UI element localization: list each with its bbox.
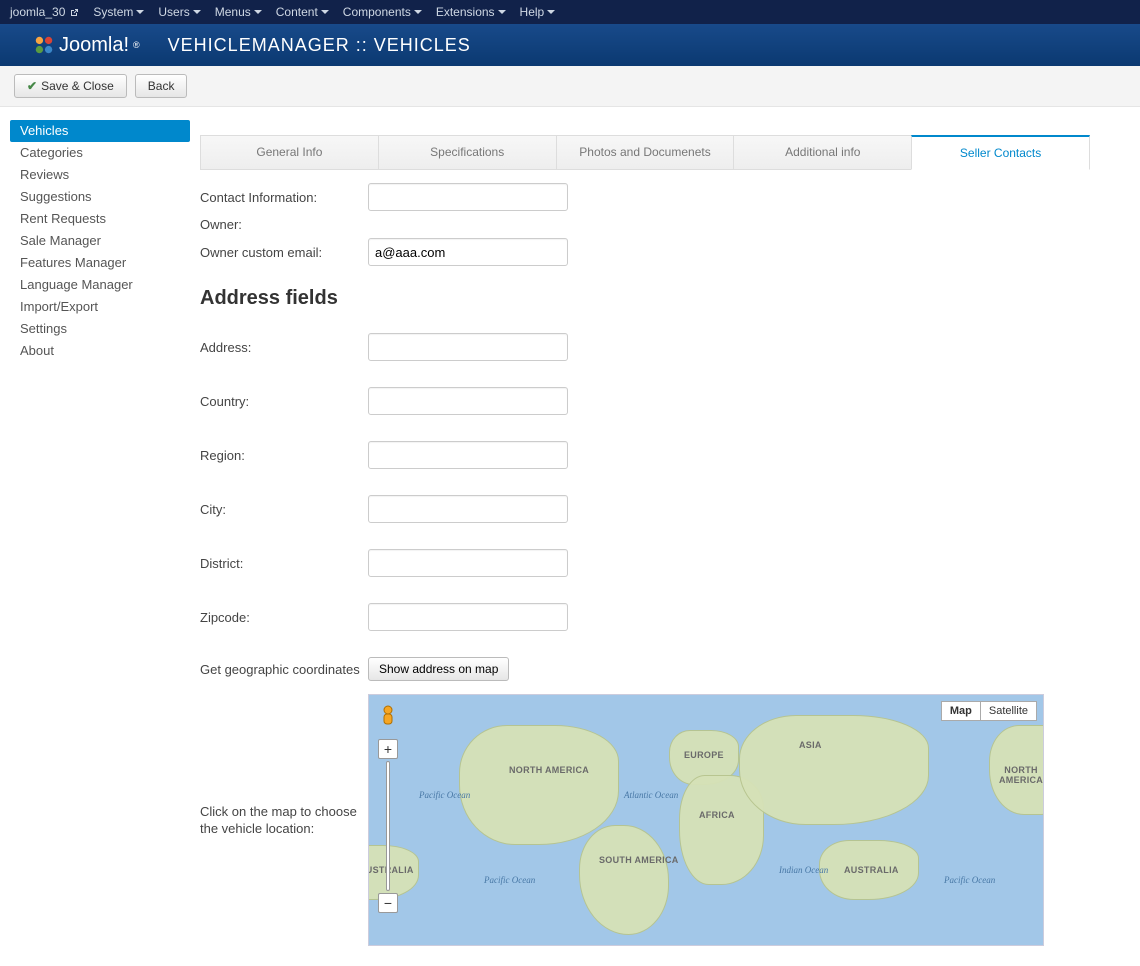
external-link-icon bbox=[69, 0, 79, 24]
back-button[interactable]: Back bbox=[135, 74, 188, 98]
brand-text: Joomla! bbox=[59, 34, 129, 57]
sidebar-item-vehicles[interactable]: Vehicles bbox=[10, 120, 190, 142]
tab-panel-seller-contacts: Contact Information: Owner: Owner custom… bbox=[200, 180, 1090, 946]
sidebar-item-reviews[interactable]: Reviews bbox=[10, 164, 190, 186]
owner-email-input[interactable] bbox=[368, 238, 568, 266]
zoom-in-button[interactable]: + bbox=[378, 739, 398, 759]
district-label: District: bbox=[200, 556, 368, 571]
map-click-label: Click on the map to choose the vehicle l… bbox=[200, 803, 368, 837]
sidebar-item-rent-requests[interactable]: Rent Requests bbox=[10, 208, 190, 230]
address-section-heading: Address fields bbox=[200, 287, 1090, 310]
caret-icon bbox=[547, 10, 555, 14]
check-icon: ✔ bbox=[27, 79, 37, 93]
map-type-control: Map Satellite bbox=[941, 701, 1037, 721]
caret-icon bbox=[321, 10, 329, 14]
address-label: Address: bbox=[200, 340, 368, 355]
tab-additional-info[interactable]: Additional info bbox=[733, 135, 912, 170]
caret-icon bbox=[414, 10, 422, 14]
menu-system[interactable]: System bbox=[93, 0, 144, 24]
tab-general-info[interactable]: General Info bbox=[200, 135, 379, 170]
tab-bar: General InfoSpecificationsPhotos and Doc… bbox=[200, 135, 1090, 170]
joomla-icon bbox=[33, 34, 55, 56]
caret-icon bbox=[498, 10, 506, 14]
owner-email-label: Owner custom email: bbox=[200, 245, 368, 260]
top-menu: System Users Menus Content Components Ex… bbox=[93, 0, 555, 24]
map-type-satellite[interactable]: Satellite bbox=[980, 701, 1037, 721]
tab-seller-contacts[interactable]: Seller Contacts bbox=[911, 135, 1090, 170]
sidebar: VehiclesCategoriesReviewsSuggestionsRent… bbox=[0, 107, 190, 362]
region-label: Region: bbox=[200, 448, 368, 463]
tab-photos-and-documenets[interactable]: Photos and Documenets bbox=[556, 135, 735, 170]
ocean-indian: Indian Ocean bbox=[779, 865, 828, 875]
land-label-af: Africa bbox=[699, 810, 735, 820]
toolbar: ✔ Save & Close Back bbox=[0, 66, 1140, 107]
page-title: VEHICLEMANAGER :: VEHICLES bbox=[168, 35, 471, 56]
land-label-au2: Australia bbox=[844, 865, 899, 875]
menu-content[interactable]: Content bbox=[276, 0, 329, 24]
zoom-out-button[interactable]: − bbox=[378, 893, 398, 913]
save-close-button[interactable]: ✔ Save & Close bbox=[14, 74, 127, 98]
map-controls: + − bbox=[377, 705, 399, 913]
caret-icon bbox=[193, 10, 201, 14]
zipcode-label: Zipcode: bbox=[200, 610, 368, 625]
menu-users[interactable]: Users bbox=[158, 0, 200, 24]
site-link[interactable]: joomla_30 bbox=[10, 0, 79, 24]
map-canvas[interactable]: North America South America Europe Afric… bbox=[369, 695, 1043, 945]
sidebar-list: VehiclesCategoriesReviewsSuggestionsRent… bbox=[10, 120, 190, 362]
land-label-sa: South America bbox=[599, 855, 679, 865]
map-widget[interactable]: North America South America Europe Afric… bbox=[368, 694, 1044, 946]
sidebar-item-language-manager[interactable]: Language Manager bbox=[10, 274, 190, 296]
caret-icon bbox=[136, 10, 144, 14]
zipcode-input[interactable] bbox=[368, 603, 568, 631]
sidebar-item-categories[interactable]: Categories bbox=[10, 142, 190, 164]
contact-info-input[interactable] bbox=[368, 183, 568, 211]
admin-topbar: joomla_30 System Users Menus Content Com… bbox=[0, 0, 1140, 24]
sidebar-item-suggestions[interactable]: Suggestions bbox=[10, 186, 190, 208]
land-label-na: North America bbox=[509, 765, 589, 775]
land-label-as: Asia bbox=[799, 740, 822, 750]
site-name: joomla_30 bbox=[10, 0, 65, 24]
geo-label: Get geographic coordinates bbox=[200, 662, 368, 677]
sidebar-item-features-manager[interactable]: Features Manager bbox=[10, 252, 190, 274]
ocean-atlantic: Atlantic Ocean bbox=[624, 790, 678, 800]
ocean-pacific3: Pacific Ocean bbox=[419, 790, 470, 800]
sidebar-item-settings[interactable]: Settings bbox=[10, 318, 190, 340]
joomla-logo: Joomla! ® bbox=[33, 34, 140, 57]
pegman-icon[interactable] bbox=[377, 705, 399, 729]
main-content: General InfoSpecificationsPhotos and Doc… bbox=[190, 107, 1140, 966]
tab-specifications[interactable]: Specifications bbox=[378, 135, 557, 170]
city-input[interactable] bbox=[368, 495, 568, 523]
sidebar-item-sale-manager[interactable]: Sale Manager bbox=[10, 230, 190, 252]
region-input[interactable] bbox=[368, 441, 568, 469]
sidebar-item-import-export[interactable]: Import/Export bbox=[10, 296, 190, 318]
owner-label: Owner: bbox=[200, 217, 368, 232]
menu-help[interactable]: Help bbox=[520, 0, 556, 24]
district-input[interactable] bbox=[368, 549, 568, 577]
ocean-pacific2: Pacific Ocean bbox=[944, 875, 995, 885]
city-label: City: bbox=[200, 502, 368, 517]
caret-icon bbox=[254, 10, 262, 14]
page-header: Joomla! ® VEHICLEMANAGER :: VEHICLES bbox=[0, 24, 1140, 66]
land-label-na2: North America bbox=[999, 765, 1043, 785]
country-input[interactable] bbox=[368, 387, 568, 415]
main-layout: VehiclesCategoriesReviewsSuggestionsRent… bbox=[0, 107, 1140, 966]
menu-menus[interactable]: Menus bbox=[215, 0, 262, 24]
contact-info-label: Contact Information: bbox=[200, 190, 368, 205]
address-input[interactable] bbox=[368, 333, 568, 361]
country-label: Country: bbox=[200, 394, 368, 409]
sidebar-item-about[interactable]: About bbox=[10, 340, 190, 362]
ocean-pacific1: Pacific Ocean bbox=[484, 875, 535, 885]
map-type-map[interactable]: Map bbox=[941, 701, 980, 721]
zoom-slider[interactable] bbox=[386, 761, 390, 891]
menu-components[interactable]: Components bbox=[343, 0, 422, 24]
menu-extensions[interactable]: Extensions bbox=[436, 0, 506, 24]
land-label-eu: Europe bbox=[684, 750, 724, 760]
show-on-map-button[interactable]: Show address on map bbox=[368, 657, 509, 681]
